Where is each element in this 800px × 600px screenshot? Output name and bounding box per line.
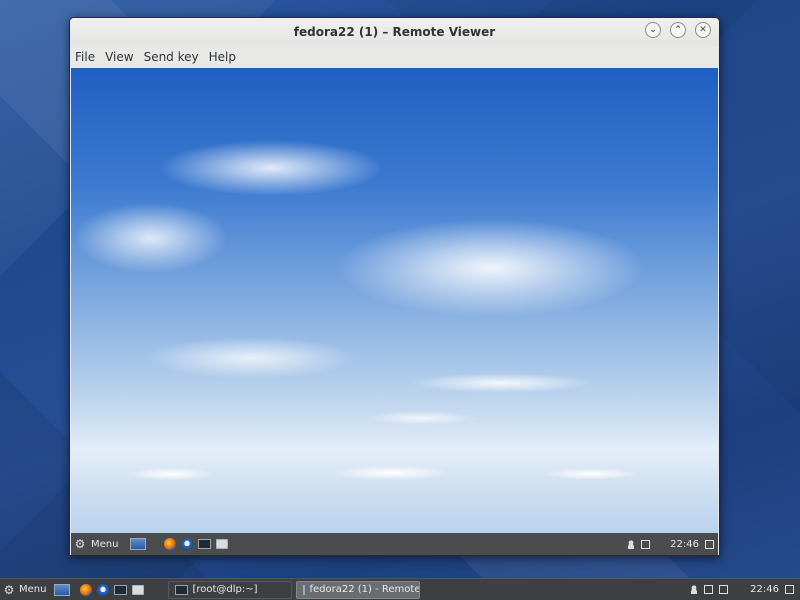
- files-icon[interactable]: [216, 539, 229, 549]
- network-icon[interactable]: [719, 585, 729, 594]
- task-label: [root@dlp:~]: [192, 584, 258, 595]
- firefox-icon[interactable]: [80, 583, 93, 596]
- window-titlebar[interactable]: fedora22 (1) – Remote Viewer ⌄ ⌃ ✕: [70, 18, 719, 46]
- close-button[interactable]: ✕: [695, 22, 711, 38]
- display-icon[interactable]: [705, 539, 714, 549]
- workspace-icon[interactable]: [641, 539, 651, 549]
- taskbar-menu-label[interactable]: Menu: [19, 584, 46, 595]
- terminal-icon[interactable]: [114, 584, 128, 595]
- task-label: fedora22 (1) - Remote Vie...: [309, 584, 421, 595]
- user-icon[interactable]: [690, 585, 699, 594]
- window-title: fedora22 (1) – Remote Viewer: [293, 25, 496, 39]
- maximize-icon: ⌃: [674, 24, 682, 35]
- menubar: File View Send key Help: [70, 46, 719, 68]
- gear-icon[interactable]: ⚙: [74, 537, 86, 551]
- guest-clock[interactable]: 22:46: [670, 539, 699, 550]
- files-icon[interactable]: [132, 584, 145, 595]
- show-desktop-icon[interactable]: [54, 583, 71, 596]
- thunderbird-icon[interactable]: [97, 583, 110, 596]
- task-button-remote-viewer[interactable]: fedora22 (1) - Remote Vie...: [296, 580, 421, 599]
- guest-panel: ⚙ Menu 22:46: [71, 533, 718, 555]
- remote-display[interactable]: [71, 68, 718, 533]
- maximize-button[interactable]: ⌃: [670, 22, 686, 38]
- host-taskbar: ⚙ Menu [root@dlp:~] fedora22 (1) - Remot…: [0, 578, 800, 600]
- remote-viewer-window: fedora22 (1) – Remote Viewer ⌄ ⌃ ✕ File …: [69, 17, 720, 556]
- guest-menu-label[interactable]: Menu: [91, 539, 118, 550]
- menu-help[interactable]: Help: [209, 50, 236, 64]
- task-button-terminal[interactable]: [root@dlp:~]: [168, 580, 293, 599]
- workspace-icon[interactable]: [704, 585, 714, 594]
- terminal-icon[interactable]: [198, 539, 212, 549]
- guest-tray: 22:46: [627, 539, 718, 550]
- menu-file[interactable]: File: [75, 50, 95, 64]
- thunderbird-icon[interactable]: [181, 538, 194, 550]
- minimize-icon: ⌄: [649, 24, 657, 35]
- display-icon[interactable]: [785, 585, 794, 594]
- host-tray: 22:46: [690, 584, 800, 595]
- gear-icon[interactable]: ⚙: [3, 583, 15, 597]
- wallpaper-mountains: [71, 460, 718, 482]
- remote-viewer-icon: [303, 584, 306, 595]
- menu-send-key[interactable]: Send key: [144, 50, 199, 64]
- minimize-button[interactable]: ⌄: [645, 22, 661, 38]
- firefox-icon[interactable]: [164, 538, 177, 550]
- menu-view[interactable]: View: [105, 50, 133, 64]
- show-desktop-icon[interactable]: [130, 538, 147, 550]
- taskbar-clock[interactable]: 22:46: [750, 584, 779, 595]
- close-icon: ✕: [699, 24, 707, 35]
- user-icon[interactable]: [627, 539, 636, 549]
- terminal-icon: [175, 584, 189, 595]
